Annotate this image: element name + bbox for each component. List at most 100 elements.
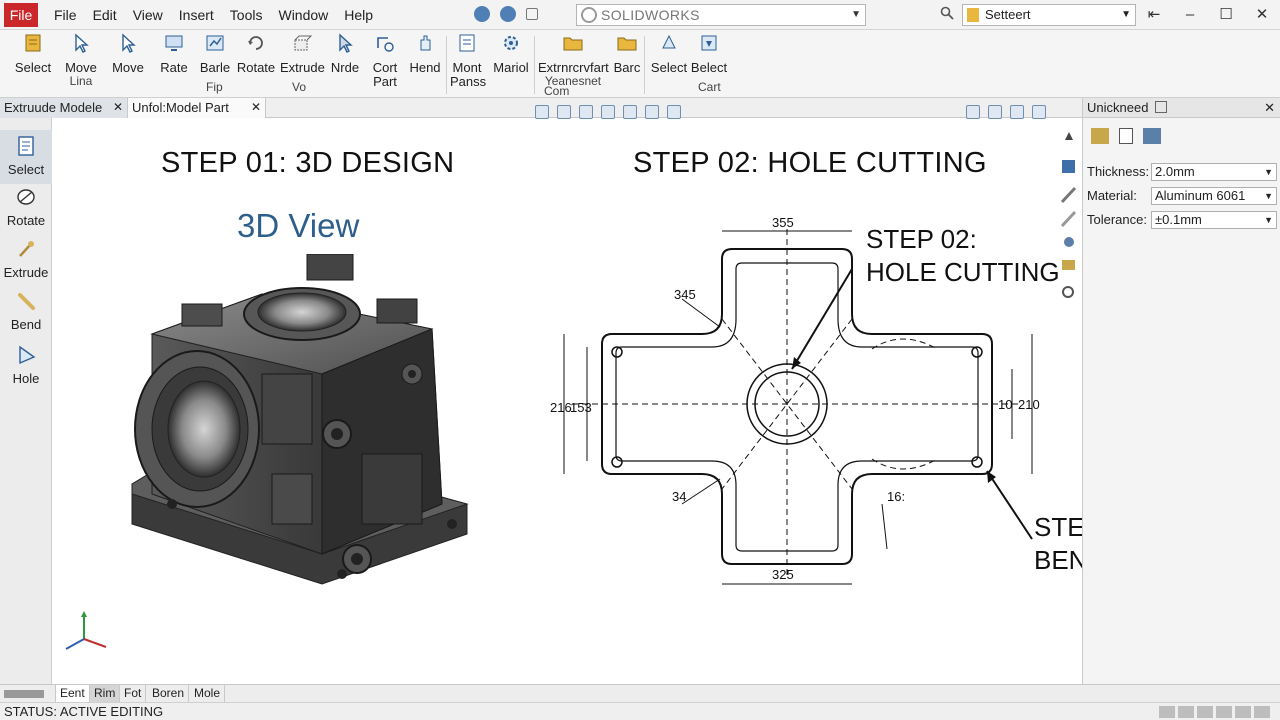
rebuild-icon[interactable] (474, 6, 490, 22)
bend-icon (18, 293, 35, 310)
tab-extrude-model[interactable]: Extruude Modele ✕ (0, 98, 128, 118)
document-icon (459, 34, 475, 52)
appearance-icon[interactable] (645, 105, 659, 119)
thickness-select[interactable]: 2.0mm ▼ (1151, 163, 1277, 181)
bottom-tab[interactable]: Fot (120, 685, 147, 703)
menu-window[interactable]: Window (270, 0, 336, 30)
display-style-icon[interactable] (601, 105, 615, 119)
tab-label: Extruude Modele (4, 100, 103, 115)
custom-props-icon[interactable] (1062, 286, 1074, 298)
tool-select[interactable]: Select (0, 130, 52, 184)
property-manager-icon[interactable] (1119, 128, 1133, 144)
status-icon[interactable] (1197, 706, 1213, 718)
menu-help[interactable]: Help (336, 0, 381, 30)
maximize-button[interactable]: ☐ (1208, 0, 1244, 30)
status-icon[interactable] (1178, 706, 1194, 718)
tile-icon[interactable] (966, 105, 980, 119)
status-icon[interactable] (1235, 706, 1251, 718)
ribbon-group-label: Vo (292, 80, 307, 94)
menu-view[interactable]: View (125, 0, 171, 30)
close-icon[interactable]: ✕ (1264, 98, 1275, 118)
bottom-tab[interactable]: Mole (190, 685, 226, 703)
document-icon (967, 8, 979, 22)
ribbon-rate-button[interactable]: Rate (156, 32, 192, 96)
design-library-icon[interactable] (1060, 186, 1077, 204)
ribbon-select-button[interactable]: Select (10, 32, 56, 96)
ribbon-barc-button[interactable]: Barc (612, 32, 642, 96)
file-menu-button[interactable]: File (4, 3, 38, 27)
close-button[interactable]: ✕ (1244, 0, 1280, 30)
ribbon-group-label: Cart (698, 80, 721, 94)
tolerance-select[interactable]: ±0.1mm ▼ (1151, 211, 1277, 229)
document-icon (18, 136, 34, 156)
tab-unfold-model-part[interactable]: Unfol:Model Part ✕ (128, 98, 266, 118)
tool-bend[interactable]: Bend (0, 290, 52, 342)
chevron-down-icon: ▼ (1264, 191, 1273, 201)
hide-show-icon[interactable] (623, 105, 637, 119)
options-gear-icon[interactable] (500, 6, 516, 22)
settings-icon[interactable] (1032, 105, 1046, 119)
search-icon[interactable] (940, 6, 954, 20)
menu-file[interactable]: File (46, 0, 85, 30)
3d-part-model[interactable] (122, 254, 482, 594)
cascade-icon[interactable] (988, 105, 1002, 119)
close-icon[interactable]: ✕ (113, 98, 123, 117)
ribbon-mont-button[interactable]: Mont Panss (450, 32, 486, 96)
zoom-icon[interactable] (535, 105, 549, 119)
ribbon-select2-button[interactable]: Select (650, 32, 688, 96)
menu-insert[interactable]: Insert (171, 0, 222, 30)
ribbon-group-label: Fip (206, 80, 223, 94)
graphics-area[interactable]: STEP 01: 3D DESIGN STEP 02: HOLE CUTTING… (52, 119, 1082, 684)
scrollbar[interactable] (0, 685, 56, 703)
close-icon[interactable]: ✕ (251, 98, 261, 117)
menu-edit[interactable]: Edit (85, 0, 125, 30)
ribbon-hend-button[interactable]: Hend (408, 32, 442, 96)
status-icon[interactable] (1159, 706, 1175, 718)
tool-hole[interactable]: Hole (0, 344, 52, 396)
file-explorer-icon[interactable] (1060, 210, 1077, 228)
menu-tools[interactable]: Tools (222, 0, 271, 30)
monitor-icon (165, 35, 183, 51)
tool-label: Select (7, 162, 45, 177)
ribbon-cort-part-button[interactable]: Cort Part (368, 32, 402, 96)
ribbon-material-button[interactable]: Mariol (492, 32, 530, 96)
panel-title: Unickneed (1087, 100, 1149, 115)
back-icon[interactable]: ⇤ (1136, 0, 1172, 30)
resources-icon[interactable] (1062, 160, 1075, 173)
tool-extrude[interactable]: Extrude (0, 238, 52, 288)
app-combo[interactable]: SOLIDWORKS ▼ (576, 4, 866, 26)
bottom-tab[interactable]: Rim (90, 685, 121, 703)
appearances-icon[interactable] (1062, 260, 1075, 270)
main-menus: File Edit View Insert Tools Window Help (46, 0, 381, 30)
layout-icon[interactable] (526, 8, 538, 20)
status-icon[interactable] (1254, 706, 1270, 718)
bottom-tab[interactable]: Eent (56, 685, 90, 703)
material-label: Material: (1087, 188, 1137, 203)
select-tool-icon (701, 35, 717, 51)
config-manager-icon[interactable] (1143, 128, 1161, 144)
feature-manager-icon[interactable] (1091, 128, 1109, 144)
tool-rotate[interactable]: Rotate (0, 186, 52, 236)
arrow-up-icon[interactable] (1065, 132, 1073, 140)
search-input[interactable]: Setteert ▼ (962, 4, 1136, 26)
ribbon-rotate-button[interactable]: Rotate (236, 32, 276, 96)
section-view-icon[interactable] (557, 105, 571, 119)
scene-icon[interactable] (667, 105, 681, 119)
ribbon-nrde-button[interactable]: Nrde (328, 32, 362, 96)
bottom-tab[interactable]: Boren (148, 685, 190, 703)
status-icon[interactable] (1216, 706, 1232, 718)
panel-menu-icon[interactable] (1155, 101, 1167, 113)
status-icons (1159, 706, 1270, 718)
ribbon-label: Barc (613, 60, 641, 75)
minimize-button[interactable]: – (1172, 0, 1208, 30)
window-icon[interactable] (1010, 105, 1024, 119)
material-select[interactable]: Aluminum 6061 ▼ (1151, 187, 1277, 205)
ribbon-label: Select (14, 60, 52, 75)
ribbon-label: Extrnrcrvfart (538, 60, 609, 75)
ribbon-move-button[interactable]: Move Lina (62, 32, 100, 96)
view-palette-icon[interactable] (1064, 237, 1074, 247)
ribbon-move2-button[interactable]: Move (108, 32, 148, 96)
view-orientation-icon[interactable] (579, 105, 593, 119)
tool-label: Extrude (3, 265, 49, 280)
step2-title: STEP 02: HOLE CUTTING (633, 147, 987, 179)
